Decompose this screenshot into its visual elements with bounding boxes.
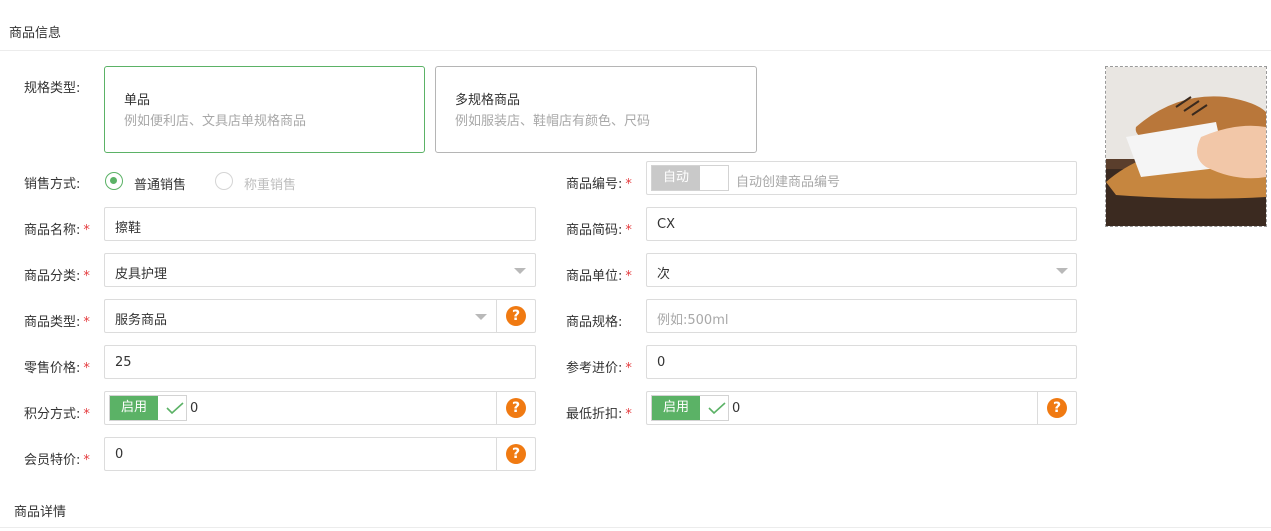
- points-enable-toggle[interactable]: 启用: [109, 395, 187, 421]
- help-icon[interactable]: ?: [506, 444, 526, 464]
- spec-type-option-desc: 例如服装店、鞋帽店有颜色、尺码: [455, 114, 651, 129]
- retail-price-value: 25: [115, 355, 132, 370]
- product-name-value: 擦鞋: [115, 221, 142, 236]
- product-type-label: 商品类型: *: [24, 315, 90, 330]
- min-discount-field[interactable]: 启用 0 ?: [646, 391, 1077, 425]
- spec-type-option-desc: 例如便利店、文具店单规格商品: [124, 114, 307, 129]
- divider: [0, 527, 1271, 528]
- min-discount-enable-toggle[interactable]: 启用: [651, 395, 729, 421]
- sale-mode-radio-weigh[interactable]: [215, 172, 233, 190]
- member-price-value: 0: [115, 447, 124, 462]
- check-icon: [708, 402, 726, 414]
- toggle-label: 启用: [652, 396, 700, 420]
- min-discount-label: 最低折扣: *: [566, 407, 632, 422]
- toggle-label: 自动: [652, 166, 700, 190]
- chevron-down-icon: [475, 314, 487, 320]
- spec-type-label: 规格类型:: [24, 81, 81, 96]
- points-mode-value: 0: [190, 401, 199, 416]
- sale-mode-option-normal: 普通销售: [134, 178, 187, 193]
- chevron-down-icon: [514, 268, 526, 274]
- product-type-select[interactable]: 服务商品 ?: [104, 299, 536, 333]
- product-name-label: 商品名称: *: [24, 223, 90, 238]
- ref-cost-label: 参考进价: *: [566, 361, 632, 376]
- product-code-label: 商品编号: *: [566, 177, 632, 192]
- divider: [0, 50, 1271, 51]
- spec-placeholder: 例如:500ml: [657, 313, 729, 328]
- member-price-label: 会员特价: *: [24, 453, 90, 468]
- product-code-field[interactable]: 自动 自动创建商品编号: [646, 161, 1077, 195]
- chevron-down-icon: [1056, 268, 1068, 274]
- spec-type-option-single[interactable]: 单品 例如便利店、文具店单规格商品: [104, 66, 425, 153]
- help-cell: ?: [1037, 392, 1076, 424]
- category-label: 商品分类: *: [24, 269, 90, 284]
- ref-cost-value: 0: [657, 355, 666, 370]
- short-code-input[interactable]: CX: [646, 207, 1077, 241]
- shoe-polish-photo: [1106, 67, 1266, 226]
- product-name-input[interactable]: 擦鞋: [104, 207, 536, 241]
- min-discount-value: 0: [732, 401, 741, 416]
- section-title-product-info: 商品信息: [9, 26, 62, 41]
- sale-mode-radio-normal[interactable]: [105, 172, 123, 190]
- spec-input[interactable]: 例如:500ml: [646, 299, 1077, 333]
- spec-type-option-title: 单品: [124, 93, 151, 108]
- help-icon[interactable]: ?: [506, 398, 526, 418]
- spec-type-option-multi[interactable]: 多规格商品 例如服装店、鞋帽店有颜色、尺码: [435, 66, 757, 153]
- points-mode-label: 积分方式: *: [24, 407, 90, 422]
- toggle-label: 启用: [110, 396, 158, 420]
- short-code-value: CX: [657, 217, 675, 232]
- help-cell: ?: [496, 438, 535, 470]
- help-cell: ?: [496, 300, 535, 332]
- category-select[interactable]: 皮具护理: [104, 253, 536, 287]
- unit-value: 次: [657, 267, 671, 282]
- category-value: 皮具护理: [115, 267, 168, 282]
- sale-mode-option-weigh: 称重销售: [244, 178, 297, 193]
- help-cell: ?: [496, 392, 535, 424]
- retail-price-input[interactable]: 25: [104, 345, 536, 379]
- spec-label: 商品规格:: [566, 315, 623, 330]
- check-icon: [166, 402, 184, 414]
- help-icon[interactable]: ?: [1047, 398, 1067, 418]
- product-type-value: 服务商品: [115, 313, 168, 328]
- unit-label: 商品单位: *: [566, 269, 632, 284]
- sale-mode-label: 销售方式:: [24, 177, 81, 192]
- retail-price-label: 零售价格: *: [24, 361, 90, 376]
- section-title-product-detail: 商品详情: [14, 505, 67, 520]
- spec-type-option-title: 多规格商品: [455, 93, 521, 108]
- help-icon[interactable]: ?: [506, 306, 526, 326]
- product-code-placeholder: 自动创建商品编号: [736, 175, 841, 190]
- ref-cost-input[interactable]: 0: [646, 345, 1077, 379]
- short-code-label: 商品简码: *: [566, 223, 632, 238]
- points-mode-field[interactable]: 启用 0 ?: [104, 391, 536, 425]
- product-image[interactable]: [1105, 66, 1267, 227]
- product-code-auto-toggle[interactable]: 自动: [651, 165, 729, 191]
- unit-select[interactable]: 次: [646, 253, 1077, 287]
- member-price-input[interactable]: 0 ?: [104, 437, 536, 471]
